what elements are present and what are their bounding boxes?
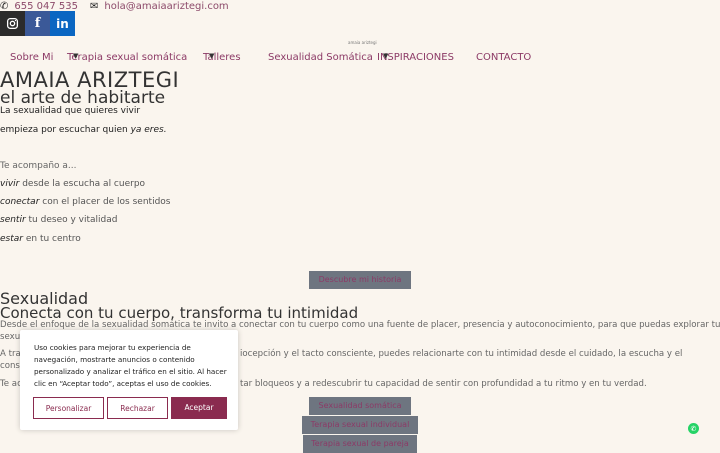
hero-line2: empieza por escuchar quien ya eres.	[0, 125, 167, 135]
hero-item: vivir desde la escucha al cuerpo	[0, 179, 146, 189]
terapia-pareja-button[interactable]: Terapia sexual de pareja	[303, 435, 417, 453]
caret-down-icon: ▼	[73, 52, 79, 60]
facebook-icon[interactable]: f	[25, 11, 50, 36]
section-paragraph: Te ac	[0, 379, 22, 389]
email-link[interactable]: hola@amaiaariztegi.com	[104, 1, 228, 12]
hero-item: conectar con el placer de los sentidos	[0, 197, 171, 207]
sexualidad-somatica-button[interactable]: Sexualidad somática	[309, 397, 411, 415]
caret-down-icon: ▼	[209, 52, 215, 60]
phone-link[interactable]: 655 047 535	[14, 1, 78, 12]
instagram-icon[interactable]	[0, 11, 25, 36]
section-paragraph-rest: tar bloqueos y a redescubrir tu capacida…	[240, 379, 647, 389]
social-links: f in	[0, 11, 75, 36]
whatsapp-icon[interactable]: ✆	[688, 423, 699, 434]
hero-subtitle: el arte de habitarte	[0, 88, 166, 108]
envelope-icon: ✉	[90, 0, 99, 12]
linkedin-icon[interactable]: in	[50, 11, 75, 36]
reject-button[interactable]: Rechazar	[107, 397, 168, 419]
section-paragraph-rest: iocepción y el tacto consciente, puedes …	[240, 349, 683, 359]
main-nav: Sobre Mi Terapia sexual somática ▼ Taller…	[10, 52, 532, 63]
cookie-text: Uso cookies para mejorar tu experiencia …	[34, 343, 227, 388]
phone-icon: ✆	[0, 0, 9, 12]
section-paragraph-cont: cons	[0, 361, 20, 371]
hero-item: estar en tu centro	[0, 234, 81, 244]
terapia-individual-button[interactable]: Terapia sexual individual	[302, 416, 418, 434]
site-tagline: amaia ariztegi	[348, 40, 377, 45]
section-paragraph-cont: sexu	[0, 332, 21, 342]
discover-story-button[interactable]: Descubre mi historia	[309, 271, 411, 289]
hero-line1: La sexualidad que quieres vivir	[0, 106, 141, 116]
section-paragraph: Desde el enfoque de la sexualidad somáti…	[0, 320, 720, 330]
section-paragraph: A tra	[0, 349, 21, 359]
hero-intro: Te acompaño a...	[0, 161, 77, 171]
caret-down-icon: ▼	[383, 52, 389, 60]
cookie-banner: Uso cookies para mejorar tu experiencia …	[20, 330, 238, 430]
hero-item: sentir tu deseo y vitalidad	[0, 215, 118, 225]
customize-button[interactable]: Personalizar	[33, 397, 104, 419]
accept-button[interactable]: Aceptar	[171, 397, 227, 419]
